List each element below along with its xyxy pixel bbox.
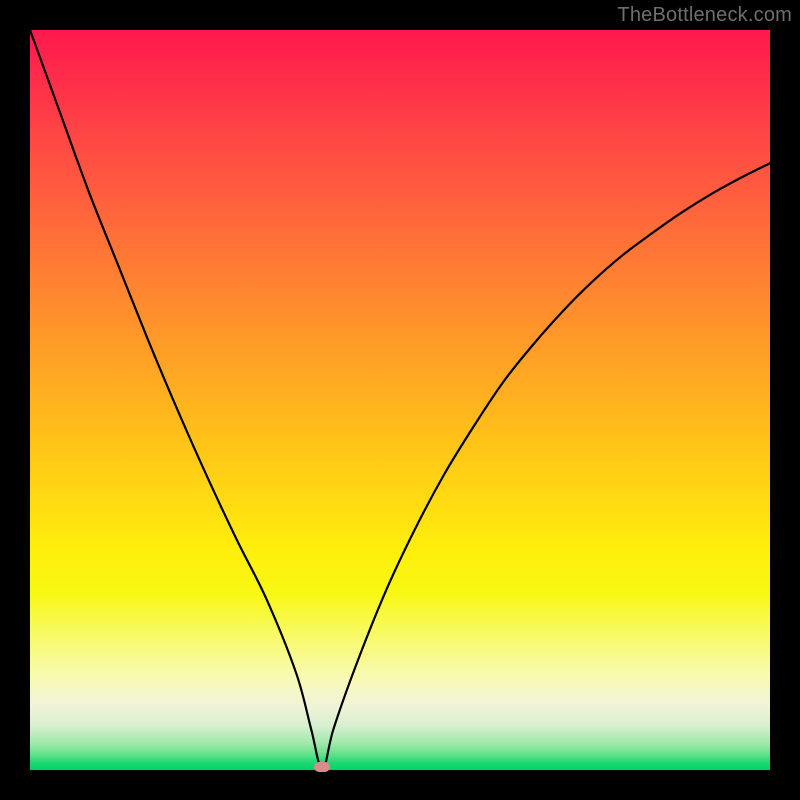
bottleneck-curve <box>30 30 770 770</box>
watermark-label: TheBottleneck.com <box>617 4 792 27</box>
plot-area <box>30 30 770 770</box>
chart-frame: TheBottleneck.com <box>0 0 800 800</box>
optimum-marker <box>314 762 330 772</box>
